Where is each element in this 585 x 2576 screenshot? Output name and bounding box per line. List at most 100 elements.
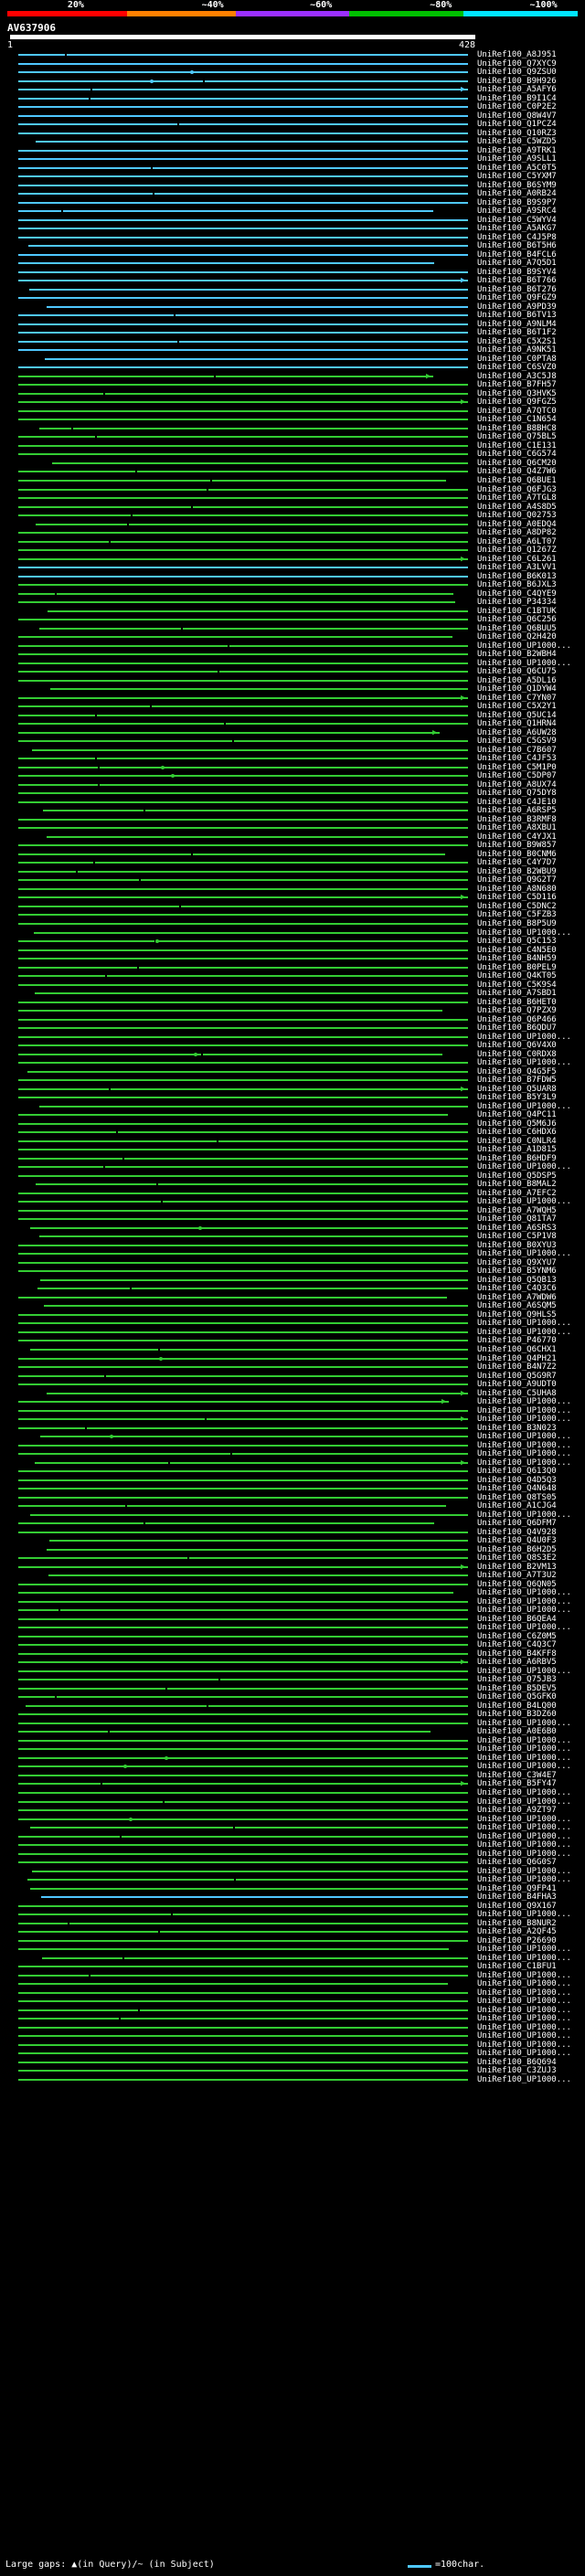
hit-row[interactable]: UniRef100_Q75JB3 <box>0 1676 585 1684</box>
hit-accession[interactable]: UniRef100_C5P1V8 <box>477 1233 557 1241</box>
hit-alignment-bar[interactable] <box>18 444 468 447</box>
hit-accession[interactable]: UniRef100_A5AKG7 <box>477 225 557 233</box>
hit-alignment-bar[interactable] <box>37 1288 468 1290</box>
hit-row[interactable]: UniRef100_UP1000... <box>0 1624 585 1632</box>
hit-alignment-bar[interactable] <box>18 1470 468 1473</box>
hit-alignment-bar[interactable] <box>27 1070 468 1073</box>
hit-accession[interactable]: UniRef100_Q4N648 <box>477 1485 557 1493</box>
hit-accession[interactable]: UniRef100_Q2H420 <box>477 633 557 641</box>
hit-alignment-bar[interactable] <box>18 1765 468 1768</box>
hit-alignment-bar[interactable] <box>18 1679 468 1681</box>
hit-alignment-bar[interactable] <box>18 1401 449 1404</box>
hit-row[interactable]: UniRef100_B4N7Z2 <box>0 1363 585 1372</box>
hit-alignment-bar[interactable] <box>18 166 468 169</box>
hit-alignment-bar[interactable] <box>18 1244 468 1246</box>
hit-alignment-bar[interactable] <box>18 1904 468 1907</box>
hit-alignment-bar[interactable] <box>18 853 445 855</box>
hit-accession[interactable]: UniRef100_C3ZUJ3 <box>477 2067 557 2075</box>
hit-row[interactable]: UniRef100_B6JXL3 <box>0 581 585 589</box>
hit-alignment-bar[interactable] <box>18 1209 468 1212</box>
hit-row[interactable]: UniRef100_Q613Q0 <box>0 1468 585 1476</box>
hit-alignment-bar[interactable] <box>18 783 468 786</box>
hit-alignment-bar[interactable] <box>48 610 468 612</box>
hit-alignment-bar[interactable] <box>18 193 468 196</box>
hit-alignment-bar[interactable] <box>18 940 468 943</box>
hit-alignment-bar[interactable] <box>18 636 452 639</box>
hit-row[interactable]: ▶ UniRef100_UP1000... <box>0 1398 585 1406</box>
hit-alignment-bar[interactable] <box>18 1922 468 1924</box>
hit-alignment-bar[interactable] <box>18 1001 468 1003</box>
hit-row[interactable]: UniRef100_UP1000... <box>0 1824 585 1832</box>
hit-alignment-bar[interactable] <box>18 1931 468 1934</box>
hit-alignment-bar[interactable] <box>18 97 468 100</box>
hit-row[interactable]: UniRef100_UP1000... <box>0 1998 585 2006</box>
hit-row[interactable]: UniRef100_C5GSV9 <box>0 737 585 746</box>
hit-accession[interactable]: UniRef100_UP1000... <box>477 1433 571 1441</box>
hit-row[interactable]: UniRef100_C3ZUJ3 <box>0 2067 585 2075</box>
hit-accession[interactable]: UniRef100_A6RBV5 <box>477 1659 557 1667</box>
hit-accession[interactable]: UniRef100_A3LVV1 <box>477 564 557 572</box>
hit-accession[interactable]: UniRef100_Q9ZSU0 <box>477 69 557 77</box>
hit-accession[interactable]: UniRef100_A9NK51 <box>477 346 557 355</box>
hit-alignment-bar[interactable] <box>18 1079 468 1082</box>
hit-alignment-bar[interactable] <box>18 800 468 803</box>
hit-row[interactable]: UniRef100_B4FHA3 <box>0 1893 585 1902</box>
hit-alignment-bar[interactable] <box>18 89 468 91</box>
hit-row[interactable]: UniRef100_Q6CU75 <box>0 668 585 676</box>
hit-row[interactable]: UniRef100_A7SBD1 <box>0 990 585 998</box>
hit-row[interactable]: UniRef100_Q1HRN4 <box>0 720 585 728</box>
hit-alignment-bar[interactable] <box>18 818 468 821</box>
hit-alignment-bar[interactable] <box>30 1226 468 1229</box>
hit-alignment-bar[interactable] <box>36 523 468 525</box>
hit-accession[interactable]: UniRef100_B4NH59 <box>477 955 557 963</box>
hit-alignment-bar[interactable] <box>36 141 468 143</box>
hit-alignment-bar[interactable] <box>18 896 468 899</box>
hit-alignment-bar[interactable] <box>18 2043 468 2046</box>
hit-row[interactable]: UniRef100_B8MAL2 <box>0 1181 585 1189</box>
hit-alignment-bar[interactable] <box>18 1792 468 1794</box>
hit-alignment-bar[interactable] <box>39 1105 468 1108</box>
hit-alignment-bar[interactable] <box>18 1696 468 1699</box>
hit-row[interactable]: UniRef100_A9UDT0 <box>0 1381 585 1389</box>
hit-row[interactable]: UniRef100_A5AKG7 <box>0 225 585 233</box>
hit-alignment-bar[interactable] <box>18 114 468 117</box>
hit-accession[interactable]: UniRef100_Q1PCZ4 <box>477 121 557 129</box>
hit-alignment-bar[interactable] <box>36 1183 468 1186</box>
hit-alignment-bar[interactable] <box>18 905 468 907</box>
hit-alignment-bar[interactable] <box>18 662 468 664</box>
hit-row[interactable]: UniRef100_Q1267Z <box>0 546 585 555</box>
hit-alignment-bar[interactable] <box>39 627 468 630</box>
hit-alignment-bar[interactable] <box>18 314 468 317</box>
hit-accession[interactable]: UniRef100_A1D815 <box>477 1146 557 1154</box>
hit-alignment-bar[interactable] <box>18 1174 468 1177</box>
hit-alignment-bar[interactable] <box>18 671 468 673</box>
hit-row[interactable]: UniRef100_A6RSP5 <box>0 807 585 815</box>
hit-accession[interactable]: UniRef100_A8J951 <box>477 51 557 59</box>
hit-alignment-bar[interactable] <box>40 1436 468 1438</box>
hit-accession[interactable]: UniRef100_Q6V4X0 <box>477 1042 557 1050</box>
hit-row[interactable]: UniRef100_UP1000... <box>0 2015 585 2023</box>
hit-alignment-bar[interactable] <box>18 1644 468 1647</box>
hit-alignment-bar[interactable] <box>18 1966 468 1968</box>
hit-row[interactable]: UniRef100_UP1000... <box>0 1606 585 1615</box>
hit-alignment-bar[interactable] <box>18 592 453 595</box>
hit-alignment-bar[interactable] <box>18 1861 468 1864</box>
hit-accession[interactable]: UniRef100_Q4KT05 <box>477 972 557 981</box>
hit-row[interactable]: UniRef100_Q4KT05 <box>0 972 585 981</box>
hit-row[interactable]: UniRef100_C5YXM7 <box>0 173 585 181</box>
hit-alignment-bar[interactable] <box>18 1140 468 1142</box>
hit-alignment-bar[interactable] <box>18 1809 468 1812</box>
hit-alignment-bar[interactable] <box>18 2070 468 2072</box>
hit-accession[interactable]: UniRef100_Q75DY8 <box>477 790 557 798</box>
hit-accession[interactable]: UniRef100_Q613Q0 <box>477 1468 557 1476</box>
hit-alignment-bar[interactable] <box>18 714 468 716</box>
hit-alignment-bar[interactable] <box>44 1305 468 1308</box>
hit-alignment-bar[interactable] <box>18 1409 468 1412</box>
hit-accession[interactable]: UniRef100_A7TGL8 <box>477 494 557 503</box>
hit-accession[interactable]: UniRef100_A0RB24 <box>477 190 557 198</box>
hit-alignment-bar[interactable] <box>18 1652 468 1655</box>
hit-alignment-bar[interactable] <box>18 488 468 491</box>
hit-alignment-bar[interactable] <box>18 557 468 560</box>
hit-row[interactable]: UniRef100_Q02753 <box>0 512 585 520</box>
hit-alignment-bar[interactable] <box>39 427 468 429</box>
